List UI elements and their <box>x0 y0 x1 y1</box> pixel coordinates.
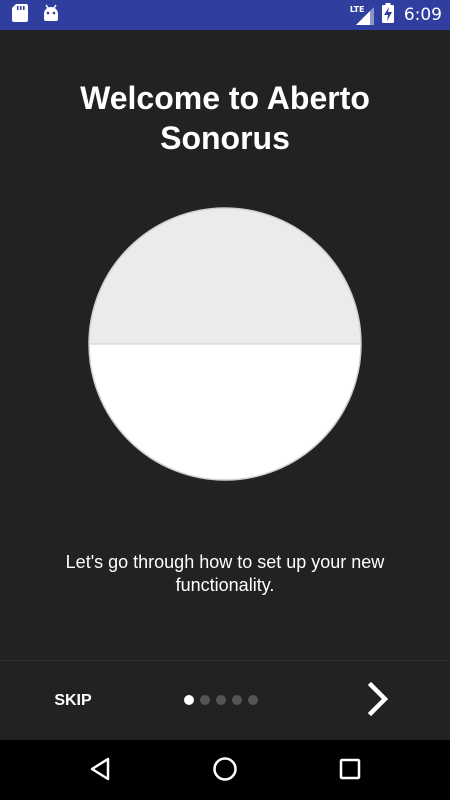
skip-button[interactable]: SKIP <box>40 679 106 723</box>
signal-group: LTE <box>350 5 376 25</box>
chevron-right-icon <box>367 681 389 719</box>
next-button[interactable] <box>355 677 401 723</box>
hero-illustration <box>88 207 362 481</box>
android-icon <box>42 4 60 27</box>
page-title: Welcome to Aberto Sonorus <box>80 80 370 156</box>
hero-top-half <box>89 208 361 344</box>
home-icon <box>212 756 238 785</box>
back-button[interactable] <box>76 746 124 794</box>
signal-icon <box>354 7 374 30</box>
status-bar: LTE 6:09 <box>0 0 450 30</box>
onboarding-controls: SKIP <box>0 660 450 740</box>
page-indicator-dot[interactable] <box>200 695 210 705</box>
navigation-bar <box>0 740 450 800</box>
sd-card-icon <box>12 3 28 27</box>
page-indicator-dot[interactable] <box>248 695 258 705</box>
recents-icon <box>339 758 361 783</box>
recents-button[interactable] <box>326 746 374 794</box>
page-indicator-dot[interactable] <box>232 695 242 705</box>
onboarding-page: Welcome to Aberto Sonorus Let's go throu… <box>0 30 450 660</box>
status-time: 6:09 <box>403 5 442 25</box>
battery-charging-icon <box>381 2 394 28</box>
home-button[interactable] <box>201 746 249 794</box>
back-icon <box>89 757 111 784</box>
page-description: Let's go through how to set up your new … <box>65 552 385 595</box>
page-indicator-dot[interactable] <box>216 695 226 705</box>
page-indicator-dot-active[interactable] <box>184 695 194 705</box>
page-indicator <box>184 695 258 705</box>
hero-bottom-half <box>89 344 361 480</box>
status-system: LTE 6:09 <box>350 2 442 28</box>
status-notifications <box>12 3 60 27</box>
